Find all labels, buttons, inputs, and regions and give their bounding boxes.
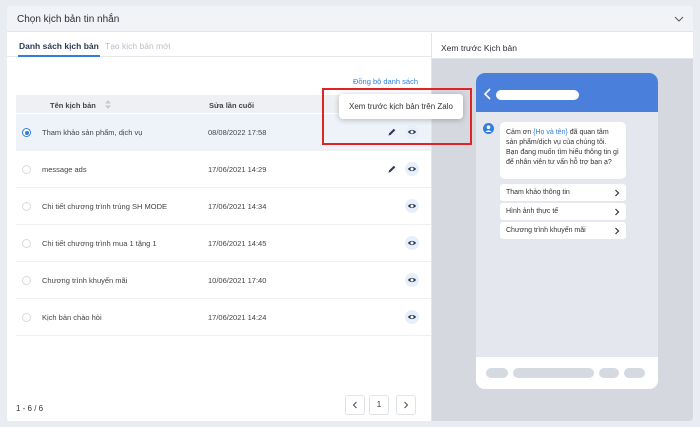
row-last-edited: 17/06/2021 14:34 — [208, 202, 267, 211]
chevron-down-icon[interactable] — [673, 13, 685, 25]
row-script-name: Kịch bản chào hỏi — [42, 313, 102, 322]
column-header-date[interactable]: Sửa lần cuối — [209, 101, 254, 110]
tab-script-list[interactable]: Danh sách kịch bản — [18, 41, 100, 57]
input-placeholder-pill — [513, 368, 594, 378]
preview-button[interactable] — [405, 310, 419, 324]
row-script-name: message ads — [42, 165, 87, 174]
preview-title: Xem trước Kịch bản — [441, 43, 517, 53]
row-radio[interactable] — [22, 276, 31, 285]
preview-button[interactable] — [405, 162, 419, 176]
sync-list-link[interactable]: Đồng bộ danh sách — [353, 77, 418, 86]
table-row[interactable]: Kịch bản chào hỏi 17/06/2021 14:24 — [16, 299, 431, 336]
input-placeholder-pill — [486, 368, 508, 378]
column-header-name[interactable]: Tên kịch bản — [50, 101, 96, 110]
tab-create-script[interactable]: Tạo kịch bản mới — [105, 41, 171, 51]
quick-reply-button[interactable]: Hình ảnh thực tế — [500, 203, 626, 220]
row-script-name: Chi tiết chương trình mua 1 tặng 1 — [42, 239, 157, 248]
dialog-header: Chọn kịch bản tin nhắn — [7, 6, 693, 32]
quick-reply-label: Tham khảo thông tin — [506, 189, 570, 196]
chevron-right-icon — [615, 208, 620, 216]
chat-title-placeholder — [496, 90, 579, 100]
row-last-edited: 17/06/2021 14:29 — [208, 165, 267, 174]
bot-avatar-icon — [483, 123, 494, 134]
dialog-title: Chọn kịch bản tin nhắn — [17, 14, 120, 25]
chat-input-bar — [476, 357, 658, 389]
chevron-left-icon — [483, 88, 491, 100]
quick-reply-label: Hình ảnh thực tế — [506, 208, 559, 215]
input-placeholder-pill — [624, 368, 645, 378]
chevron-left-icon — [352, 401, 357, 409]
row-radio[interactable] — [22, 202, 31, 211]
table-row[interactable]: Chi tiết chương trình trúng SH MODE 17/06… — [16, 188, 431, 225]
preview-button[interactable] — [405, 199, 419, 213]
preview-header: Xem trước Kịch bản — [432, 33, 693, 59]
row-script-name: Chi tiết chương trình trúng SH MODE — [42, 202, 167, 211]
chat-body: Cảm ơn {Họ và tên} đã quan tâm sản phẩm/… — [476, 112, 658, 357]
chevron-right-icon — [615, 189, 620, 197]
table-row[interactable]: Chi tiết chương trình mua 1 tặng 1 17/06/… — [16, 225, 431, 262]
preview-button[interactable] — [405, 236, 419, 250]
quick-reply-button[interactable]: Chương trình khuyến mãi — [500, 222, 626, 239]
table-row[interactable]: message ads 17/06/2021 14:29 — [16, 151, 431, 188]
highlight-annotation — [322, 88, 472, 145]
tabs: Danh sách kịch bản Tạo kịch bản mới — [7, 33, 431, 57]
message-text-1: Cảm ơn — [506, 129, 534, 136]
row-last-edited: 08/08/2022 17:58 — [208, 128, 267, 137]
pagination-count: 1 - 6 / 6 — [16, 404, 44, 413]
table-row[interactable]: Chương trình khuyến mãi 10/06/2021 17:40 — [16, 262, 431, 299]
row-radio[interactable] — [22, 239, 31, 248]
phone-header — [476, 73, 658, 112]
input-placeholder-pill — [599, 368, 619, 378]
chat-message-bubble: Cảm ơn {Họ và tên} đã quan tâm sản phẩm/… — [500, 122, 626, 179]
row-last-edited: 17/06/2021 14:24 — [208, 313, 267, 322]
message-variable: {Họ và tên} — [533, 129, 568, 136]
prev-page-button[interactable] — [345, 395, 365, 415]
chevron-right-icon — [404, 401, 409, 409]
page-number-button[interactable]: 1 — [369, 395, 389, 415]
row-radio[interactable] — [22, 128, 31, 137]
chevron-right-icon — [615, 227, 620, 235]
phone-mockup: Cảm ơn {Họ và tên} đã quan tâm sản phẩm/… — [476, 73, 658, 389]
quick-reply-label: Chương trình khuyến mãi — [506, 227, 586, 234]
next-page-button[interactable] — [396, 395, 416, 415]
quick-reply-button[interactable]: Tham khảo thông tin — [500, 184, 626, 201]
row-radio[interactable] — [22, 313, 31, 322]
script-picker-dialog: Chọn kịch bản tin nhắn Danh sách kịch bả… — [7, 6, 693, 421]
row-radio[interactable] — [22, 165, 31, 174]
preview-button[interactable] — [405, 273, 419, 287]
row-script-name: Chương trình khuyến mãi — [42, 276, 128, 285]
row-last-edited: 10/06/2021 17:40 — [208, 276, 267, 285]
row-last-edited: 17/06/2021 14:45 — [208, 239, 267, 248]
sort-icon[interactable] — [105, 100, 111, 109]
row-script-name: Tham khảo sản phẩm, dịch vụ — [42, 128, 143, 137]
edit-button[interactable] — [385, 162, 399, 176]
